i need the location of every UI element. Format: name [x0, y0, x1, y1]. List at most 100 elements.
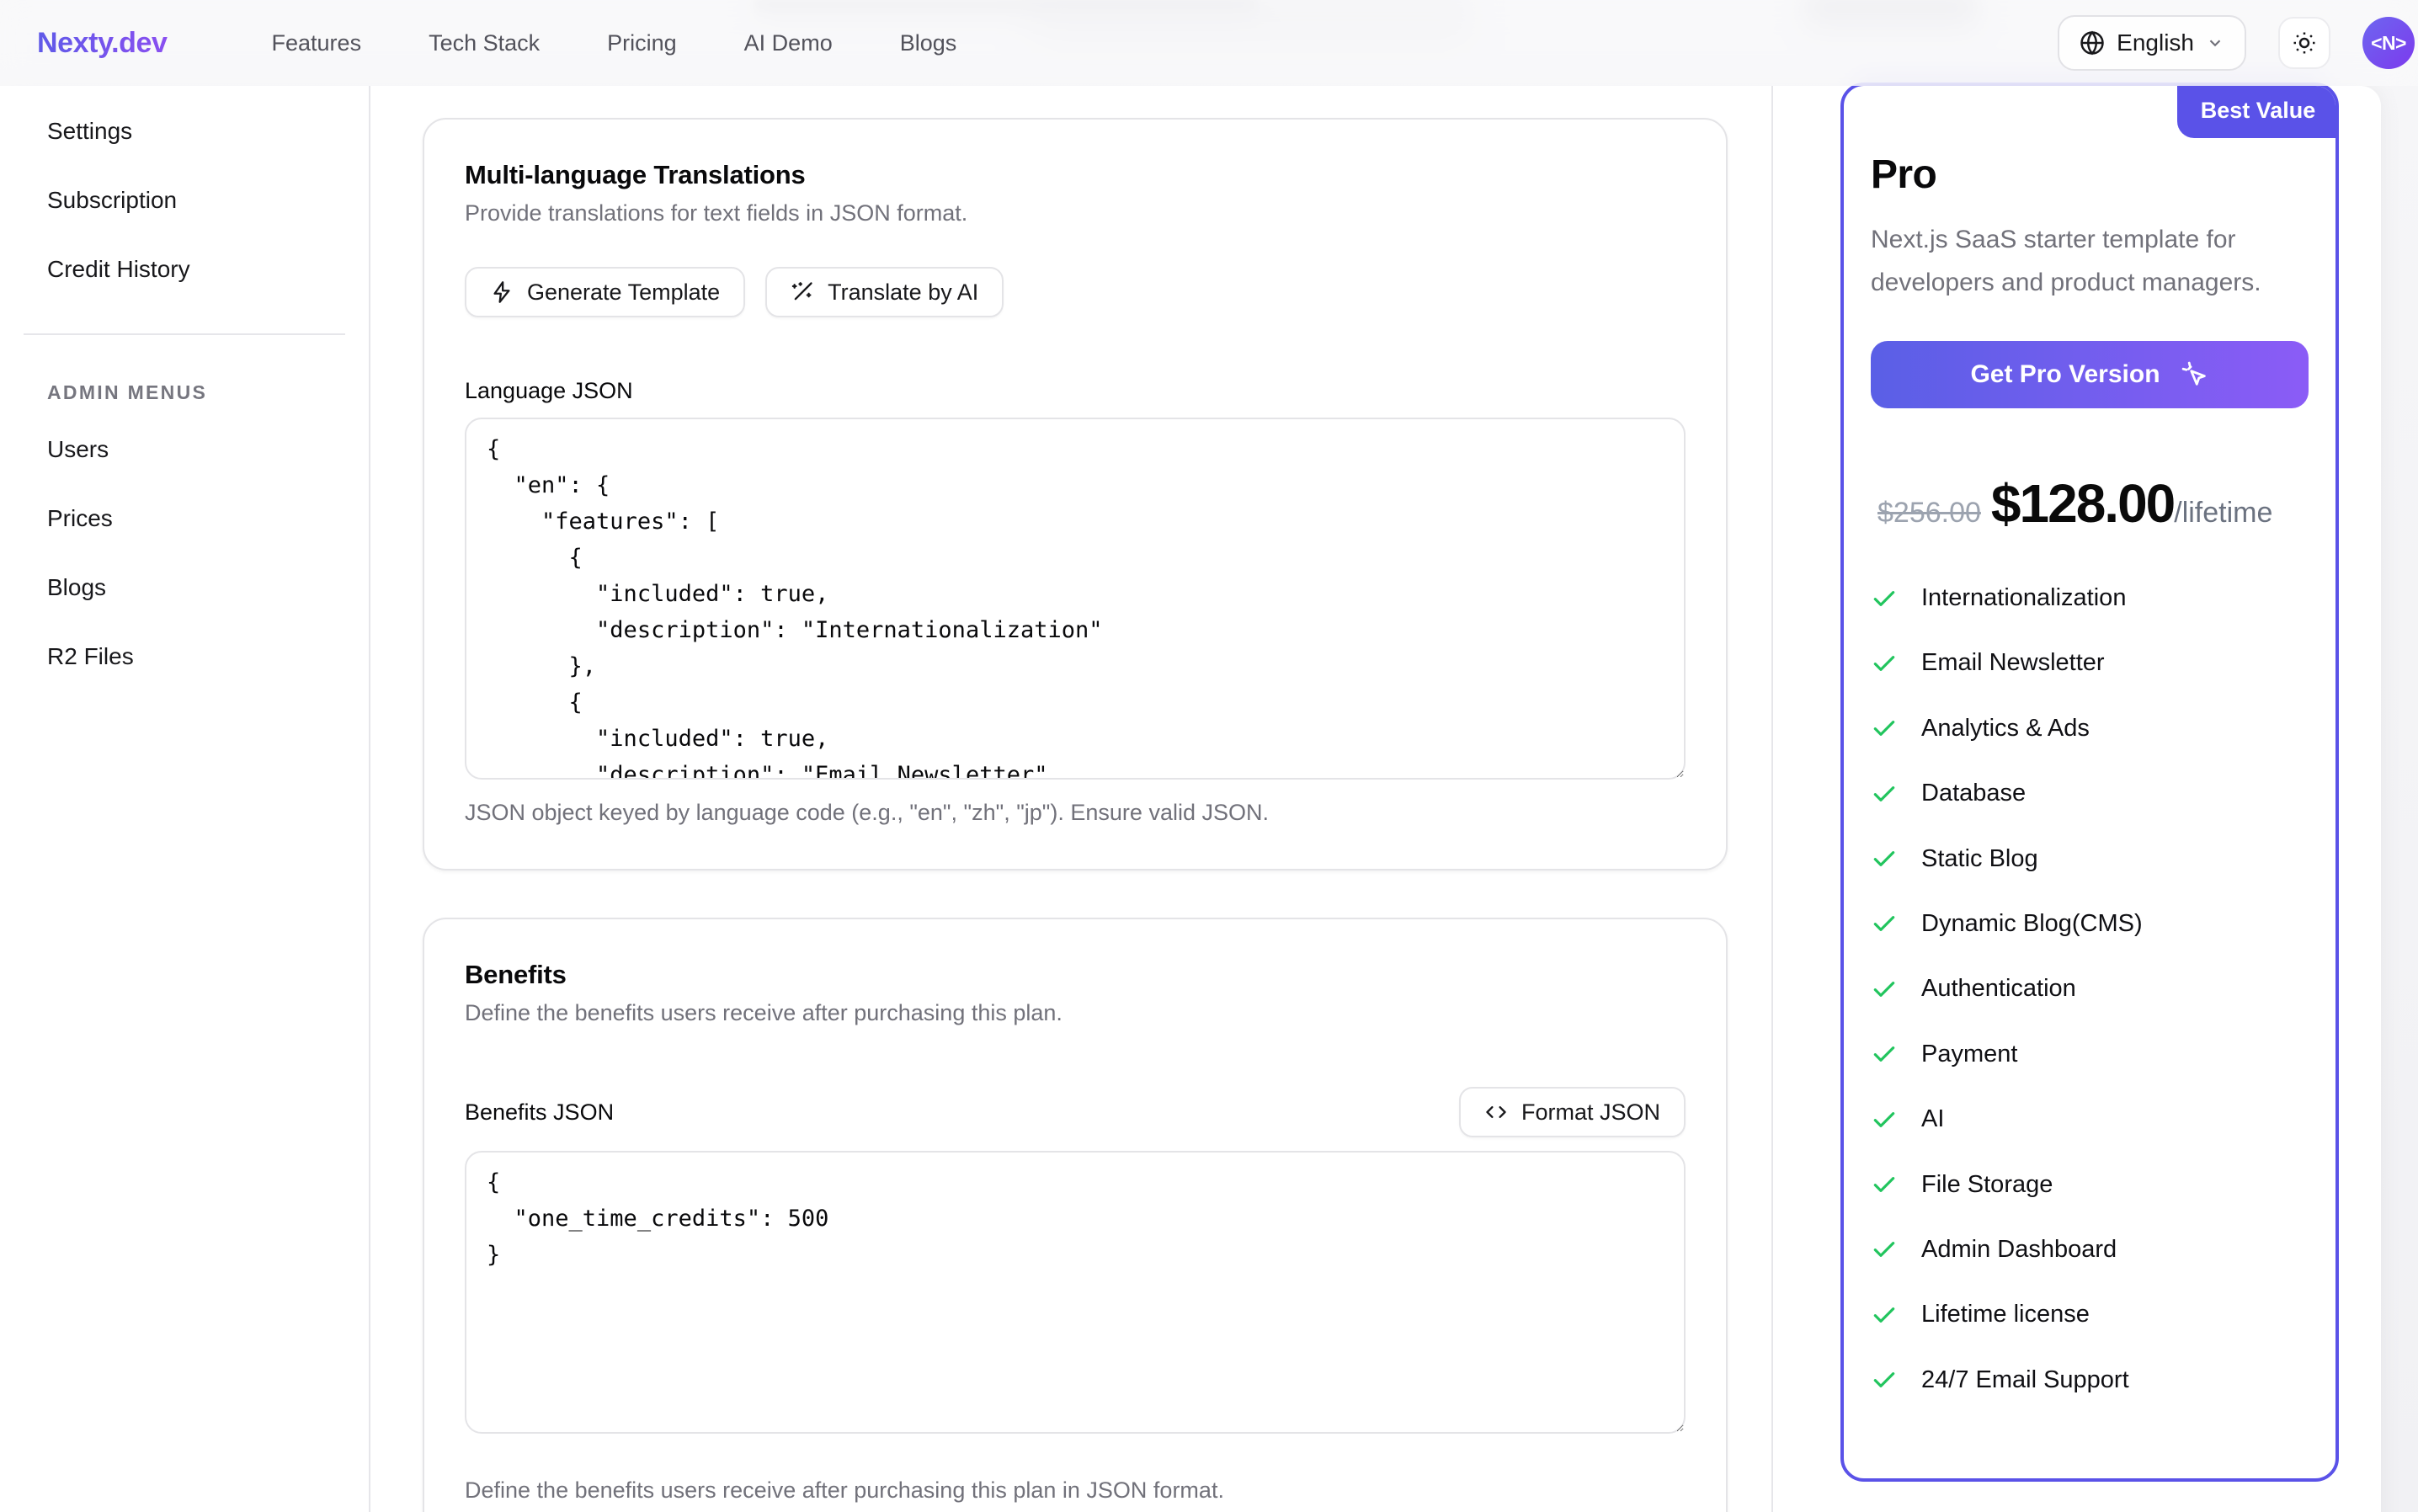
nav-link-tech-stack[interactable]: Tech Stack [429, 30, 540, 56]
check-icon [1871, 910, 1898, 937]
feature-label: Static Blog [1921, 845, 2038, 873]
feature-item: Database [1871, 780, 2309, 807]
translate-by-ai-label: Translate by AI [828, 280, 978, 306]
feature-label: Analytics & Ads [1921, 715, 2090, 743]
theme-toggle-button[interactable] [2278, 17, 2330, 69]
nav-link-pricing[interactable]: Pricing [607, 30, 677, 56]
feature-label: AI [1921, 1105, 1944, 1133]
nav-link-features[interactable]: Features [272, 30, 362, 56]
language-json-textarea[interactable]: { "en": { "features": [ { "included": tr… [465, 418, 1686, 780]
wand-sparkles-icon [791, 280, 814, 304]
nav-link-ai-demo[interactable]: AI Demo [744, 30, 833, 56]
nav-links: Features Tech Stack Pricing AI Demo Blog… [272, 30, 957, 56]
sidebar-item-credit-history[interactable]: Credit History [24, 237, 345, 301]
format-json-label: Format JSON [1521, 1099, 1660, 1126]
check-icon [1871, 585, 1898, 612]
check-icon [1871, 1366, 1898, 1393]
sidebar-item-settings[interactable]: Settings [24, 99, 345, 163]
sidebar-section-label: ADMIN MENUS [24, 375, 345, 409]
check-icon [1871, 1041, 1898, 1067]
check-icon [1871, 845, 1898, 872]
translations-card-title: Multi-language Translations [465, 160, 1686, 190]
check-icon [1871, 780, 1898, 807]
generate-template-label: Generate Template [527, 280, 720, 306]
code-icon [1484, 1100, 1508, 1124]
best-value-badge: Best Value [2177, 83, 2339, 138]
feature-label: Dynamic Blog(CMS) [1921, 910, 2143, 938]
feature-item: Admin Dashboard [1871, 1237, 2309, 1263]
feature-item: AI [1871, 1106, 2309, 1132]
check-icon [1871, 1171, 1898, 1198]
translate-by-ai-button[interactable]: Translate by AI [765, 267, 1004, 317]
check-icon [1871, 1302, 1898, 1328]
translations-actions: Generate Template Translate by AI [465, 267, 1686, 317]
sidebar-item-prices[interactable]: Prices [24, 487, 345, 551]
pro-plan-card: Best Value Pro Next.js SaaS starter temp… [1840, 83, 2339, 1482]
check-icon [1871, 976, 1898, 1003]
benefits-label-row: Benefits JSON Format JSON [465, 1087, 1686, 1137]
check-icon [1871, 715, 1898, 742]
nav-link-blogs[interactable]: Blogs [900, 30, 957, 56]
app-root: Nexty.dev Features Tech Stack Pricing AI… [0, 0, 2418, 1512]
sidebar-item-users[interactable]: Users [24, 418, 345, 482]
language-label: English [2117, 29, 2194, 56]
benefits-card: Benefits Define the benefits users recei… [423, 918, 1728, 1512]
content-sheet: Settings Subscription Credit History ADM… [0, 86, 2381, 1512]
price-row: $256.00 $128.00 /lifetime [1877, 472, 2335, 535]
translations-card-subtitle: Provide translations for text fields in … [465, 200, 1686, 226]
feature-item: Authentication [1871, 976, 2309, 1002]
feature-label: File Storage [1921, 1171, 2053, 1199]
feature-item: 24/7 Email Support [1871, 1367, 2309, 1393]
get-pro-version-button[interactable]: Get Pro Version [1871, 341, 2309, 408]
translations-card: Multi-language Translations Provide tran… [423, 118, 1728, 870]
sidebar-admin-group: Users Prices Blogs R2 Files [24, 418, 345, 689]
feature-label: Internationalization [1921, 584, 2126, 612]
feature-item: Email Newsletter [1871, 650, 2309, 676]
generate-template-button[interactable]: Generate Template [465, 267, 745, 317]
zap-icon [490, 280, 514, 304]
main-form-area: Multi-language Translations Provide tran… [370, 86, 1773, 1512]
feature-list: Internationalization Email Newsletter An… [1871, 585, 2309, 1393]
feature-label: Database [1921, 780, 2026, 807]
user-avatar[interactable]: <N> [2362, 17, 2415, 69]
sidebar: Settings Subscription Credit History ADM… [0, 86, 370, 1512]
chevron-down-icon [2206, 34, 2224, 52]
logo[interactable]: Nexty.dev [37, 27, 168, 60]
current-price: $128.00 [1991, 472, 2174, 535]
feature-item: Static Blog [1871, 846, 2309, 872]
language-json-hint: JSON object keyed by language code (e.g.… [465, 800, 1686, 826]
check-icon [1871, 1236, 1898, 1263]
benefits-card-subtitle: Define the benefits users receive after … [465, 1000, 1686, 1026]
language-selector[interactable]: English [2058, 15, 2246, 71]
feature-item: Dynamic Blog(CMS) [1871, 911, 2309, 937]
original-price: $256.00 [1877, 497, 1981, 530]
check-icon [1871, 650, 1898, 677]
check-icon [1871, 1106, 1898, 1133]
globe-icon [2080, 30, 2105, 56]
sidebar-item-subscription[interactable]: Subscription [24, 168, 345, 232]
feature-label: Lifetime license [1921, 1301, 2090, 1328]
feature-item: Lifetime license [1871, 1302, 2309, 1328]
get-pro-version-label: Get Pro Version [1970, 360, 2160, 389]
sun-icon [2292, 30, 2317, 56]
language-json-label: Language JSON [465, 378, 1686, 404]
feature-label: 24/7 Email Support [1921, 1366, 2129, 1394]
sidebar-item-r2-files[interactable]: R2 Files [24, 625, 345, 689]
format-json-button[interactable]: Format JSON [1459, 1087, 1686, 1137]
plan-preview-panel: Best Value Pro Next.js SaaS starter temp… [1773, 86, 2381, 1512]
feature-item: File Storage [1871, 1172, 2309, 1198]
price-suffix: /lifetime [2174, 497, 2272, 530]
feature-item: Internationalization [1871, 585, 2309, 611]
feature-label: Payment [1921, 1041, 2017, 1068]
benefits-card-title: Benefits [465, 960, 1686, 990]
feature-item: Analytics & Ads [1871, 716, 2309, 742]
mouse-pointer-click-icon [2181, 360, 2209, 389]
plan-name: Pro [1871, 152, 2309, 198]
feature-item: Payment [1871, 1041, 2309, 1067]
nav-right-controls: English <N> [2058, 15, 2415, 71]
feature-label: Admin Dashboard [1921, 1236, 2117, 1264]
sidebar-item-blogs[interactable]: Blogs [24, 556, 345, 620]
sidebar-divider [24, 333, 345, 335]
top-navbar: Nexty.dev Features Tech Stack Pricing AI… [0, 0, 2418, 86]
benefits-json-textarea[interactable]: { "one_time_credits": 500 } [465, 1151, 1686, 1434]
